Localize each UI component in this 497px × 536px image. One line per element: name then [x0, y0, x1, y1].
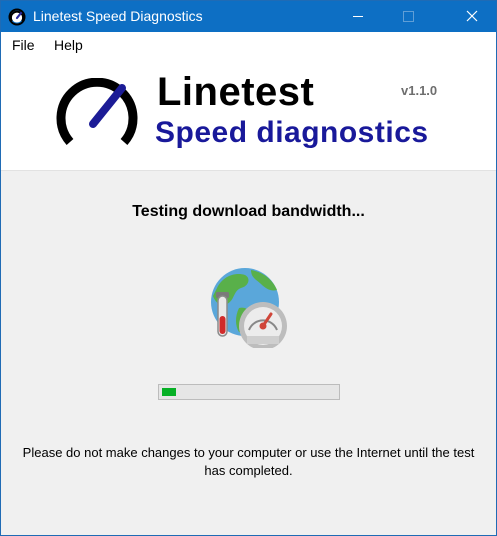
menu-help[interactable]: Help: [54, 37, 83, 53]
status-message: Testing download bandwidth...: [132, 203, 365, 220]
app-logo-icon: [8, 8, 26, 26]
speedometer-logo-icon: [56, 78, 138, 145]
menu-file[interactable]: File: [12, 37, 35, 53]
menu-bar: File Help: [1, 32, 496, 56]
progress-bar: [158, 384, 340, 400]
app-window: Linetest Speed Diagnostics File Help Lin…: [0, 0, 497, 536]
notice-text: Please do not make changes to your compu…: [22, 445, 475, 478]
version-label: v1.1.0: [401, 83, 438, 98]
title-bar[interactable]: Linetest Speed Diagnostics: [1, 1, 496, 32]
brand-subtitle: Speed diagnostics: [155, 116, 429, 149]
progress-fill: [162, 388, 176, 396]
window-title: Linetest Speed Diagnostics: [33, 8, 203, 24]
header-banner: Linetest Speed diagnostics v1.1.0: [1, 56, 496, 171]
minimize-icon[interactable]: [335, 1, 381, 32]
close-icon[interactable]: [449, 1, 495, 32]
brand-title: Linetest: [157, 70, 315, 114]
maximize-icon[interactable]: [385, 1, 431, 32]
globe-speedometer-icon: [211, 268, 287, 348]
